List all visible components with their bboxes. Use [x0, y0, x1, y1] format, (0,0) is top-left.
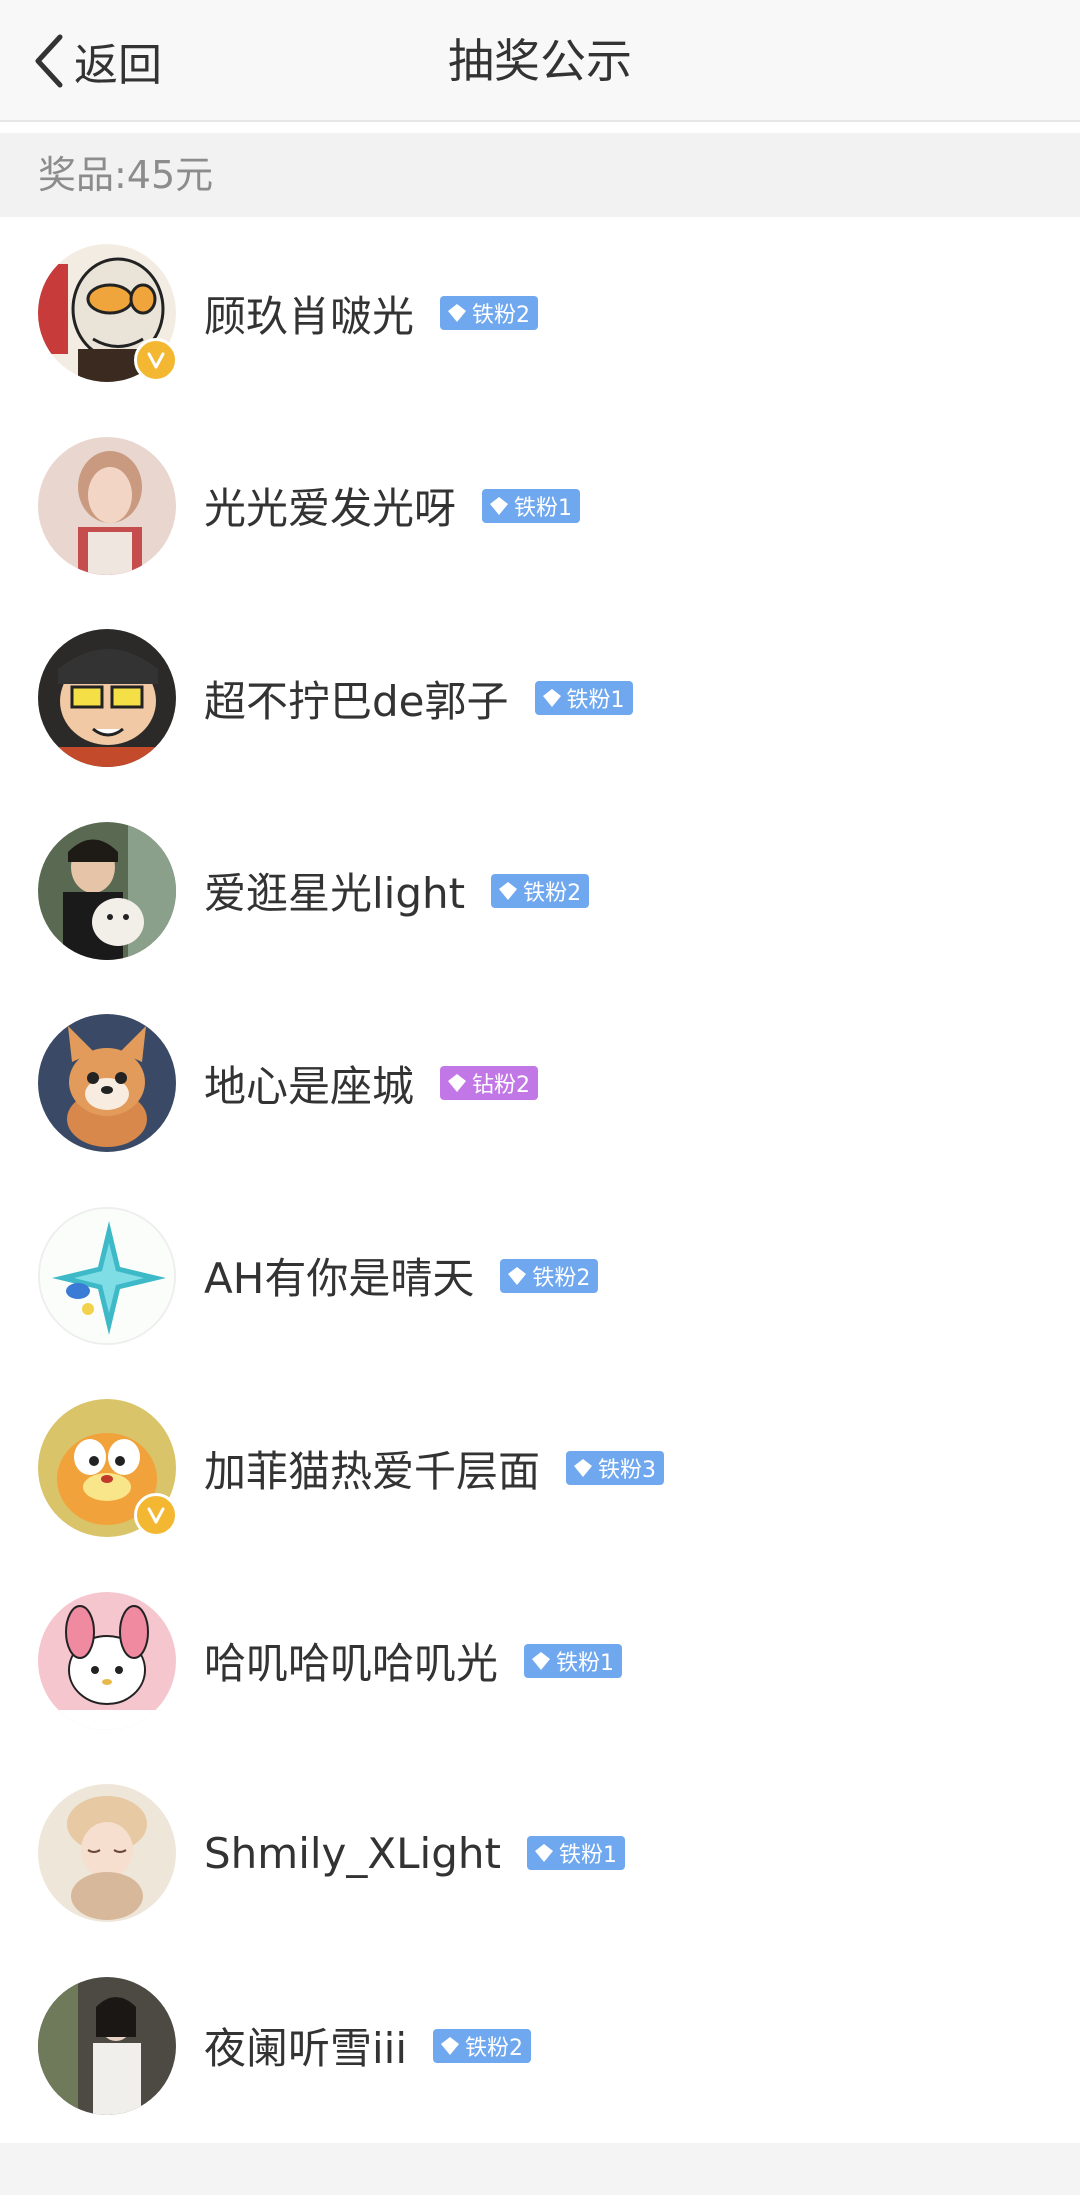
avatar[interactable]: [38, 1014, 176, 1152]
prize-label: 奖品:45元: [38, 153, 214, 197]
bottom-strip: [0, 2143, 1080, 2195]
avatar[interactable]: [38, 1206, 176, 1345]
diamond-icon: [448, 304, 467, 323]
fan-level-badge: 铁粉2: [500, 1258, 599, 1293]
winner-name: AH有你是晴天: [204, 1254, 475, 1304]
avatar[interactable]: [38, 629, 176, 767]
avatar[interactable]: [38, 1784, 176, 1922]
diamond-icon: [542, 689, 561, 708]
diamond-icon: [508, 1266, 527, 1285]
winner-row[interactable]: 哈叽哈叽哈叽光 铁粉1: [0, 1565, 1080, 1758]
diamond-icon: [534, 1844, 553, 1863]
diamond-icon: [490, 496, 509, 515]
avatar[interactable]: [38, 1976, 176, 2115]
winner-name: 哈叽哈叽哈叽光: [204, 1639, 499, 1689]
verified-badge-icon: [134, 1493, 178, 1537]
fan-level-label: 铁粉1: [558, 1843, 617, 1869]
winner-list: 顾玖肖啵光 铁粉2 光光爱发光呀 铁粉1 超不拧巴de郭子 铁粉1 爱逛星光li…: [0, 217, 1080, 2142]
fan-level-badge: 铁粉2: [440, 296, 539, 331]
page-title: 抽奖公示: [448, 34, 632, 88]
fan-level-badge: 铁粉2: [491, 873, 590, 908]
fan-level-label: 铁粉2: [465, 2035, 524, 2061]
top-navigation-bar: 返回 抽奖公示: [0, 0, 1080, 122]
avatar[interactable]: [38, 436, 176, 575]
fan-level-badge: 铁粉1: [526, 1836, 625, 1871]
winner-row[interactable]: 加菲猫热爱千层面 铁粉3: [0, 1372, 1080, 1565]
fan-level-badge: 铁粉1: [524, 1643, 623, 1678]
fan-level-label: 铁粉1: [566, 688, 625, 714]
winner-name: 顾玖肖啵光: [204, 291, 415, 341]
fan-level-label: 铁粉2: [523, 880, 582, 906]
diamond-icon: [499, 881, 518, 900]
winner-row[interactable]: Shmily_XLight 铁粉1: [0, 1757, 1080, 1950]
fan-level-badge: 铁粉3: [566, 1451, 665, 1486]
fan-level-label: 铁粉1: [514, 495, 573, 521]
winner-row[interactable]: 夜阑听雪iii 铁粉2: [0, 1950, 1080, 2143]
diamond-icon: [448, 1074, 467, 1093]
diamond-icon: [574, 1459, 593, 1478]
fan-level-label: 钻粉2: [472, 1073, 531, 1099]
avatar[interactable]: [38, 821, 176, 960]
fan-level-badge: 铁粉2: [433, 2028, 532, 2063]
winner-row[interactable]: 顾玖肖啵光 铁粉2: [0, 217, 1080, 410]
winner-row[interactable]: 爱逛星光light 铁粉2: [0, 795, 1080, 988]
fan-level-badge: 铁粉1: [482, 488, 581, 523]
diamond-icon: [532, 1651, 551, 1670]
winner-name: 加菲猫热爱千层面: [204, 1446, 541, 1496]
winner-name: 光光爱发光呀: [204, 484, 457, 534]
fan-level-badge: 铁粉1: [534, 681, 633, 716]
fan-level-label: 铁粉1: [556, 1650, 615, 1676]
winner-name: 爱逛星光light: [204, 869, 466, 919]
prize-bar: 奖品:45元: [0, 133, 1080, 217]
diamond-icon: [441, 2036, 460, 2055]
fan-level-label: 铁粉3: [598, 1458, 657, 1484]
winner-name: 地心是座城: [204, 1061, 415, 1111]
winner-name: Shmily_XLight: [204, 1828, 501, 1878]
fan-level-badge: 钻粉2: [440, 1066, 539, 1101]
fan-level-label: 铁粉2: [532, 1265, 591, 1291]
fan-level-label: 铁粉2: [472, 303, 531, 329]
avatar[interactable]: [38, 1591, 176, 1730]
winner-row[interactable]: AH有你是晴天 铁粉2: [0, 1180, 1080, 1373]
winner-row[interactable]: 地心是座城 钻粉2: [0, 987, 1080, 1180]
winner-name: 夜阑听雪iii: [204, 2024, 408, 2074]
winner-row[interactable]: 超不拧巴de郭子 铁粉1: [0, 602, 1080, 795]
winner-row[interactable]: 光光爱发光呀 铁粉1: [0, 410, 1080, 603]
winner-name: 超不拧巴de郭子: [204, 676, 509, 726]
verified-badge-icon: [134, 338, 178, 382]
